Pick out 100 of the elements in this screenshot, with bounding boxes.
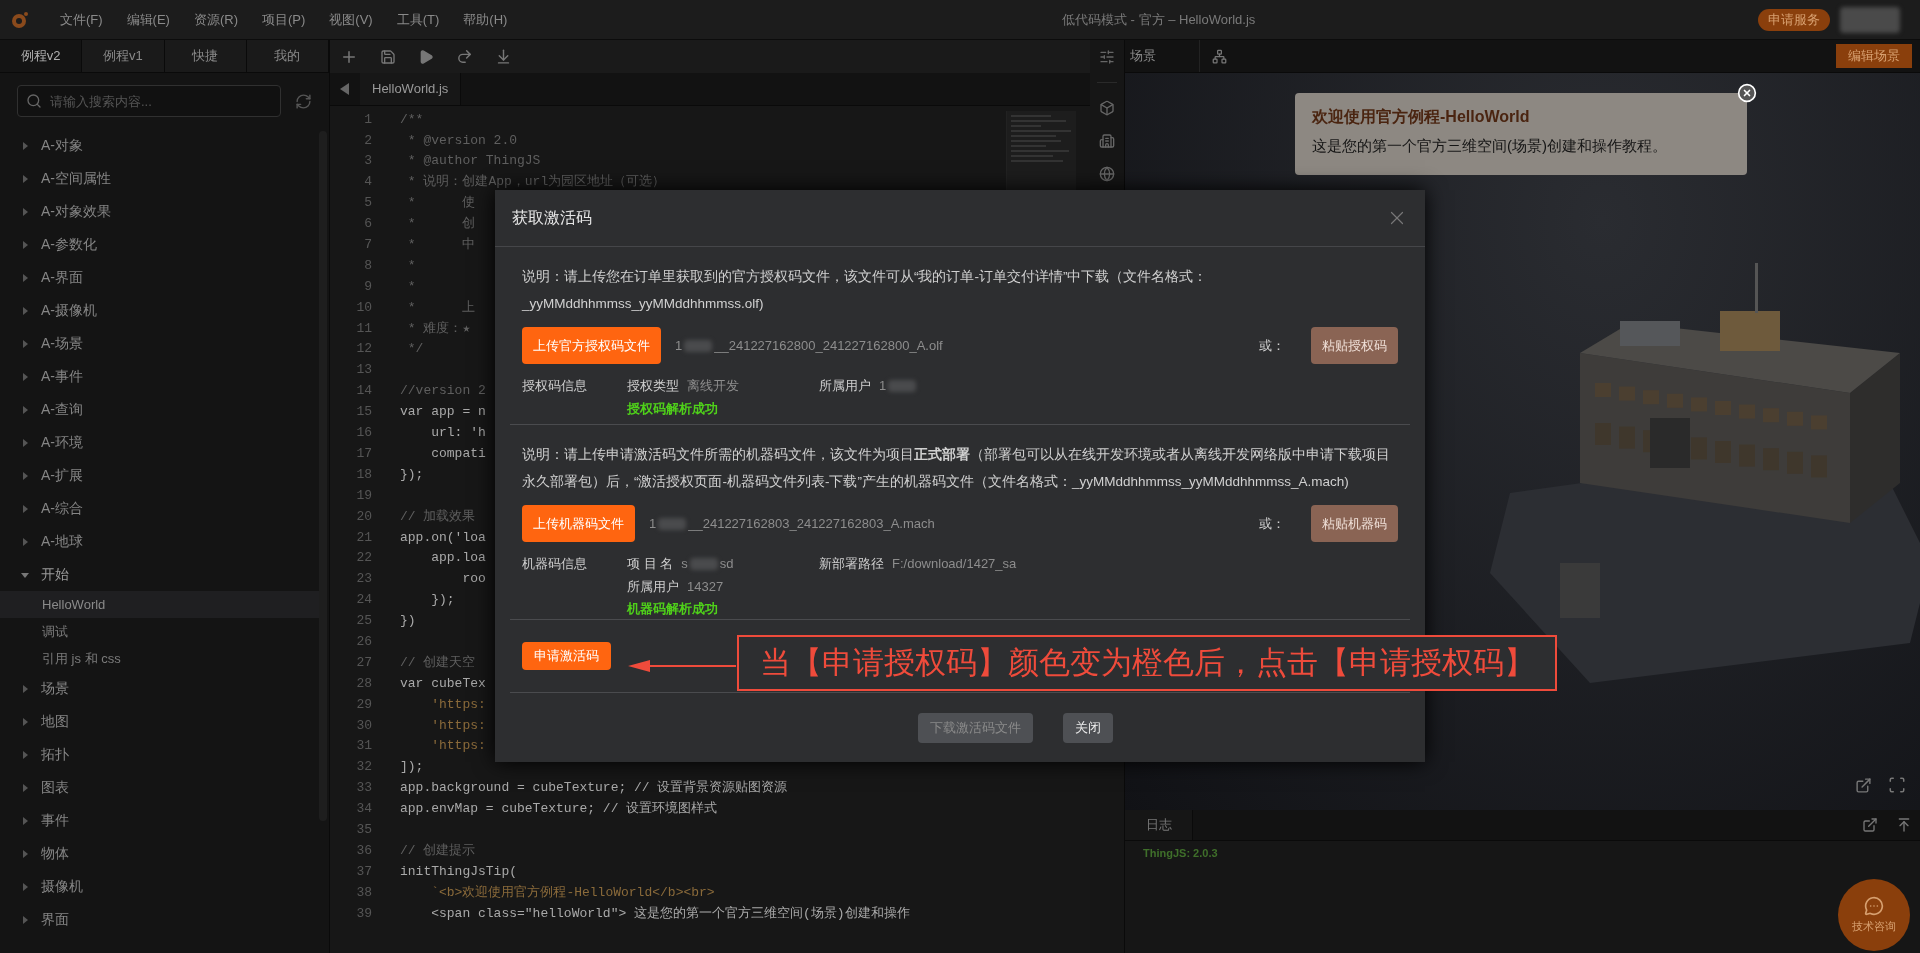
tree-item[interactable]: A-参数化 (0, 228, 319, 261)
tree-item[interactable]: 摄像机 (0, 870, 319, 903)
blurred-text (689, 557, 718, 570)
tree-item[interactable]: A-对象 (0, 129, 319, 162)
file-name: __241227162800_241227162800_A.olf (714, 336, 943, 355)
fullscreen-icon[interactable] (1888, 776, 1906, 794)
service-button[interactable]: 申请服务 (1758, 8, 1830, 31)
log-tab[interactable]: 日志 (1125, 810, 1193, 840)
scene-tab[interactable]: 场景 (1125, 40, 1200, 72)
caret-icon (21, 504, 29, 513)
tree-item[interactable]: 界面 (0, 903, 319, 936)
code-line: }); (430, 591, 455, 610)
code-line: initThingJsTip( (400, 862, 518, 881)
tree-item[interactable]: A-事件 (0, 360, 319, 393)
globe-icon[interactable] (1099, 166, 1115, 182)
code-line: var cubeTex (400, 674, 486, 693)
tree-item[interactable]: 场景 (0, 672, 319, 705)
line-number: 16 (355, 424, 372, 443)
tree-item[interactable]: A-摄像机 (0, 294, 319, 327)
external-link-icon[interactable] (1855, 777, 1872, 794)
caret-icon (21, 240, 29, 249)
line-number: 4 (363, 173, 372, 192)
tree-item[interactable]: A-场景 (0, 327, 319, 360)
settings-sliders-icon[interactable] (1099, 49, 1115, 65)
menu-item[interactable]: 视图(V) (317, 9, 385, 30)
log-line: ThingJS: 2.0.3 (1143, 846, 1219, 861)
file-tab[interactable]: HelloWorld.js (360, 73, 462, 105)
upload-button[interactable]: 上传官方授权码文件 (522, 327, 661, 364)
sidebar-tab[interactable]: 例程v1 (82, 40, 165, 72)
menu-item[interactable]: 文件(F) (48, 9, 115, 30)
blurred-text (888, 379, 917, 392)
tree-item[interactable]: 图表 (0, 771, 319, 804)
edit-scene-button[interactable]: 编辑场景 (1836, 44, 1912, 68)
caret-icon (21, 750, 29, 759)
refresh-icon[interactable] (295, 92, 312, 110)
menu-item[interactable]: 帮助(H) (451, 9, 520, 30)
line-number: 35 (355, 820, 372, 839)
search-icon (26, 93, 42, 109)
caret-icon (21, 849, 29, 858)
tree-item[interactable]: 地图 (0, 705, 319, 738)
code-line: * 上 (406, 298, 476, 317)
code-line: app.on('loa (400, 528, 486, 547)
line-number: 36 (355, 841, 372, 860)
download-icon[interactable] (495, 48, 512, 65)
line-number: 19 (355, 486, 372, 505)
sidebar-tab[interactable]: 我的 (246, 40, 329, 72)
field-value: 14327 (687, 577, 724, 596)
tree-item[interactable]: A-界面 (0, 261, 319, 294)
caret-icon (21, 339, 29, 348)
code-line: // 创建提示 (400, 841, 476, 860)
tree-item[interactable]: A-地球 (0, 525, 319, 558)
menu-item[interactable]: 项目(P) (250, 9, 318, 30)
avatar-placeholder (1840, 6, 1900, 33)
caret-icon (21, 273, 29, 282)
apply-button[interactable]: 申请激活码 (522, 642, 611, 670)
line-number: 33 (355, 779, 372, 798)
upload-icon[interactable] (1896, 817, 1912, 833)
line-number: 37 (355, 862, 372, 881)
tree-item[interactable]: 拓扑 (0, 738, 319, 771)
line-number: 23 (355, 570, 372, 589)
menu-item[interactable]: 编辑(E) (114, 9, 182, 30)
tip-text: 这是您的第一个官方三维空间(场景)创建和操作教程。 (1312, 136, 1668, 156)
app-logo (10, 9, 30, 30)
close-icon[interactable] (1737, 83, 1757, 103)
upload-button[interactable]: 上传机器码文件 (522, 505, 635, 542)
sidebar-tab[interactable]: 快捷 (164, 40, 247, 72)
save-icon[interactable] (380, 48, 396, 65)
share-icon[interactable] (456, 48, 473, 65)
code-line: ]); (400, 758, 424, 777)
code-line: * @version 2.0 (406, 131, 518, 150)
tree-item[interactable]: A-扩展 (0, 459, 319, 492)
external-link-icon[interactable] (1862, 817, 1878, 833)
hierarchy-icon[interactable] (1212, 48, 1227, 64)
tree-item[interactable]: 调试 (0, 618, 319, 645)
tree-item[interactable]: A-环境 (0, 426, 319, 459)
footer-button[interactable]: 关闭 (1062, 712, 1113, 743)
tree-item[interactable]: 开始 (0, 558, 319, 591)
field-label: 所属用户 (819, 377, 871, 395)
collapse-arrow-icon[interactable] (340, 83, 350, 95)
tree-item[interactable]: A-对象效果 (0, 195, 319, 228)
play-icon[interactable] (418, 48, 434, 65)
field-value: sd (719, 555, 734, 573)
tree-item[interactable]: 事件 (0, 804, 319, 837)
tree-item[interactable]: A-查询 (0, 393, 319, 426)
tree-item[interactable]: A-空间属性 (0, 162, 319, 195)
menu-item[interactable]: 资源(R) (181, 9, 250, 30)
tree-item[interactable]: 物体 (0, 837, 319, 870)
cube-icon[interactable] (1099, 100, 1115, 116)
line-number: 11 (355, 319, 372, 338)
tree-item[interactable]: A-综合 (0, 492, 319, 525)
paste-button[interactable]: 粘贴机器码 (1311, 505, 1398, 542)
menu-item[interactable]: 工具(T) (384, 9, 452, 30)
building-icon[interactable] (1099, 133, 1115, 149)
paste-button[interactable]: 粘贴授权码 (1311, 327, 1398, 364)
tree-item[interactable]: 引用 js 和 css (0, 645, 319, 672)
tree-item[interactable]: HelloWorld (0, 591, 319, 618)
line-number: 38 (355, 883, 372, 902)
line-number: 1 (363, 110, 372, 129)
search-field[interactable]: 请输入搜索内容... (17, 85, 281, 117)
code-line: 'https: (430, 737, 486, 756)
